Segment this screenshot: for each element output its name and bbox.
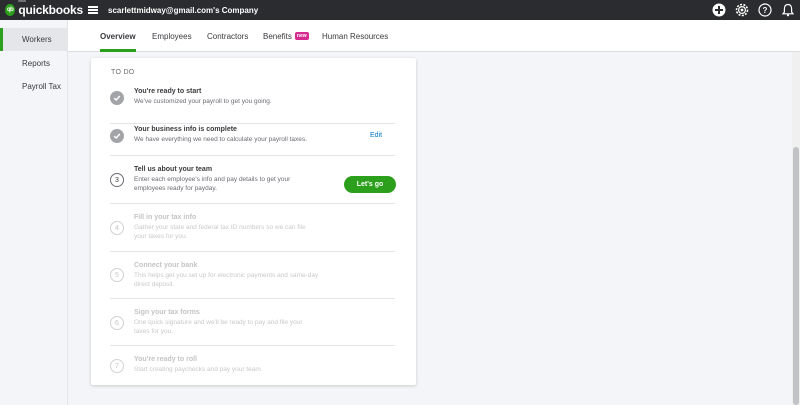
step-number-icon: 4 [110, 221, 124, 235]
todo-step-1: You're ready to start We've customized y… [110, 87, 395, 124]
todo-step-5: 5 Connect your bank This helps get you s… [110, 252, 395, 299]
bell-icon[interactable] [781, 3, 795, 17]
step-title: Tell us about your team [134, 166, 213, 173]
todo-step-2: Your business info is complete We have e… [110, 124, 395, 156]
todo-step-4: 4 Fill in your tax info Gather your stat… [110, 204, 395, 252]
tab-human-resources[interactable]: Human Resources [322, 20, 388, 52]
tab-employees[interactable]: Employees [152, 20, 192, 52]
tab-contractors[interactable]: Contractors [207, 20, 248, 52]
todo-title: TO DO [111, 69, 135, 76]
new-badge: new [294, 32, 309, 40]
step-number-icon: 7 [110, 359, 124, 373]
left-nav: Workers Reports Payroll Tax [0, 20, 68, 405]
step-title: Fill in your tax info [134, 214, 197, 221]
step-number-icon: 6 [110, 316, 124, 330]
scrollbar[interactable] [792, 52, 800, 405]
tab-overview[interactable]: Overview [100, 20, 136, 52]
step-title: Sign your tax forms [134, 309, 200, 316]
nav-item-payroll-tax[interactable]: Payroll Tax [0, 75, 67, 98]
step-number-icon: 3 [110, 173, 124, 187]
svg-text:?: ? [763, 6, 768, 15]
company-name: scarlettmidway@gmail.com's Company [108, 5, 259, 15]
checkmark-icon [110, 91, 124, 105]
quickbooks-logo-icon: qb [5, 4, 16, 16]
edit-business-info-link[interactable]: Edit [370, 132, 382, 139]
scrollbar-thumb[interactable] [793, 147, 799, 405]
help-icon[interactable]: ? [758, 3, 772, 17]
step-title: Your business info is complete [134, 126, 237, 133]
intuit-label: intuit [18, 0, 26, 3]
todo-step-7: 7 You're ready to roll Start creating pa… [110, 346, 395, 378]
nav-item-workers[interactable]: Workers [0, 28, 67, 51]
step-description: Start creating paychecks and pay your te… [134, 366, 263, 373]
lets-go-button[interactable]: Let's go [344, 176, 396, 193]
plus-icon[interactable] [712, 3, 726, 17]
step-description: Enter each employee's info and pay detai… [134, 176, 291, 192]
step-description: One quick signature and we'll be ready t… [134, 319, 303, 335]
step-title: Connect your bank [134, 262, 198, 269]
step-number-icon: 5 [110, 268, 124, 282]
step-title: You're ready to roll [134, 356, 197, 363]
logo-text: quickbooks [18, 3, 83, 17]
todo-card: TO DO You're ready to start We've custom… [91, 58, 416, 385]
todo-step-6: 6 Sign your tax forms One quick signatur… [110, 299, 395, 346]
menu-icon[interactable] [88, 6, 98, 14]
top-icons: ? [712, 3, 795, 17]
quickbooks-logo[interactable]: qb intuit quickbooks [5, 0, 83, 17]
checkmark-icon [110, 129, 124, 143]
gear-icon[interactable] [735, 3, 749, 17]
step-description: Gather your state and federal tax ID num… [134, 224, 306, 240]
step-title: You're ready to start [134, 88, 202, 95]
tab-benefits[interactable]: Benefits new [263, 20, 309, 52]
step-description: We've customized your payroll to get you… [134, 98, 272, 105]
step-description: This helps get you set up for electronic… [134, 272, 319, 288]
step-description: We have everything we need to calculate … [134, 136, 307, 143]
top-bar: qb intuit quickbooks scarlettmidway@gmai… [0, 0, 800, 20]
tab-benefits-label: Benefits [263, 31, 292, 41]
todo-step-3: 3 Tell us about your team Enter each emp… [110, 156, 396, 204]
tab-bar: Overview Employees Contractors Benefits … [68, 20, 800, 52]
nav-item-reports[interactable]: Reports [0, 52, 67, 75]
